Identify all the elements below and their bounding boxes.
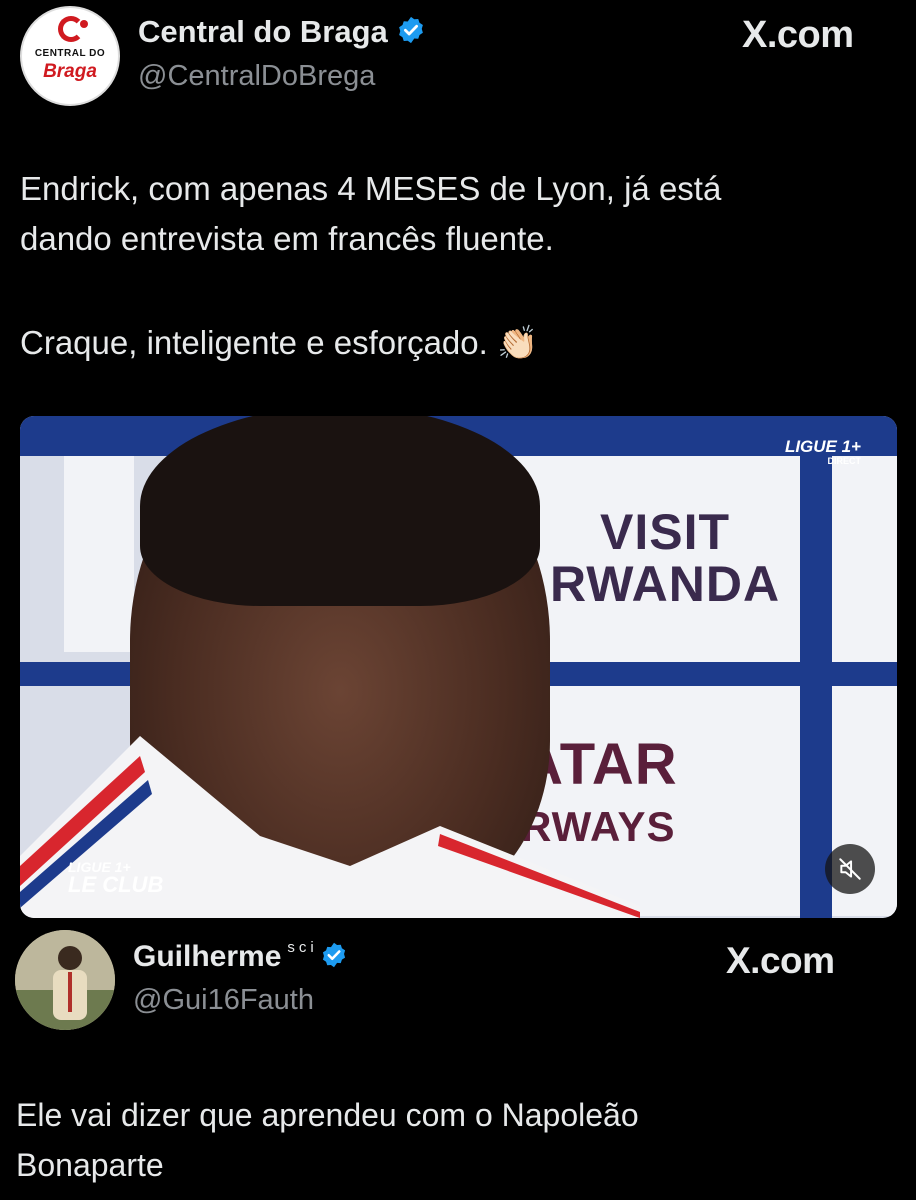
person-hair [140, 416, 540, 606]
logo-c-icon [58, 16, 84, 42]
tweet-text-line: Bonaparte [16, 1147, 164, 1183]
ligue-direct-logo: LIGUE 1+ DIRECT [785, 438, 862, 468]
backdrop-stripe [800, 416, 832, 918]
sponsor-line: RWANDA [550, 556, 781, 612]
logo-dot [80, 20, 88, 28]
mute-button[interactable] [825, 844, 875, 894]
display-name[interactable]: Central do Braga [138, 14, 388, 50]
ligue-le-club-logo: LIGUE 1+ LE CLUB [68, 858, 164, 897]
tweet-1-header: CENTRAL DO Braga Central do Braga @Centr… [0, 0, 916, 120]
tweet-text-line: dando entrevista em francês fluente. [20, 220, 554, 257]
x-com-logo: X.com [726, 940, 835, 981]
ligue-logo-subtext: DIRECT [827, 456, 862, 466]
avatar[interactable] [15, 930, 115, 1030]
tweet-text-line: Endrick, com apenas 4 MESES de Lyon, já … [20, 170, 722, 207]
sponsor-line: VISIT [600, 504, 731, 560]
verified-badge-icon [396, 15, 426, 50]
name-row: Central do Braga [138, 14, 426, 50]
name-row: Guilherme sci [133, 938, 348, 974]
handle[interactable]: @Gui16Fauth [133, 984, 314, 1017]
display-name[interactable]: Guilherme [133, 940, 281, 974]
avatar-logo-top: CENTRAL DO [34, 48, 106, 59]
avatar-logo-bottom: Braga [43, 61, 97, 82]
tweet-2-text: Ele vai dizer que aprendeu com o Napoleã… [16, 1090, 876, 1190]
avatar-photo [15, 930, 115, 1030]
speaker-muted-icon [839, 858, 861, 880]
video-player[interactable]: VISIT RWANDA QATAR AIRWAYS LIGUE 1+ DIRE… [20, 416, 897, 918]
tweet-1-text-2: Craque, inteligente e esforçado. 👏🏻 [20, 318, 880, 368]
backdrop-board [64, 456, 134, 652]
sponsor-visit-rwanda: VISIT RWANDA [550, 506, 780, 610]
verified-badge-icon [320, 941, 348, 974]
tweet-text-line: Craque, inteligente e esforçado. 👏🏻 [20, 324, 539, 361]
tweet-text-line: Ele vai dizer que aprendeu com o Napoleã… [16, 1097, 639, 1133]
avatar[interactable]: CENTRAL DO Braga [20, 6, 120, 106]
backdrop-board [832, 456, 897, 662]
name-suffix: sci [287, 938, 318, 956]
tweet-1-text: Endrick, com apenas 4 MESES de Lyon, já … [20, 164, 880, 264]
ligue-club-line: LE CLUB [68, 872, 164, 897]
handle[interactable]: @CentralDoBrega [138, 60, 375, 93]
x-com-logo: X.com [742, 14, 854, 56]
